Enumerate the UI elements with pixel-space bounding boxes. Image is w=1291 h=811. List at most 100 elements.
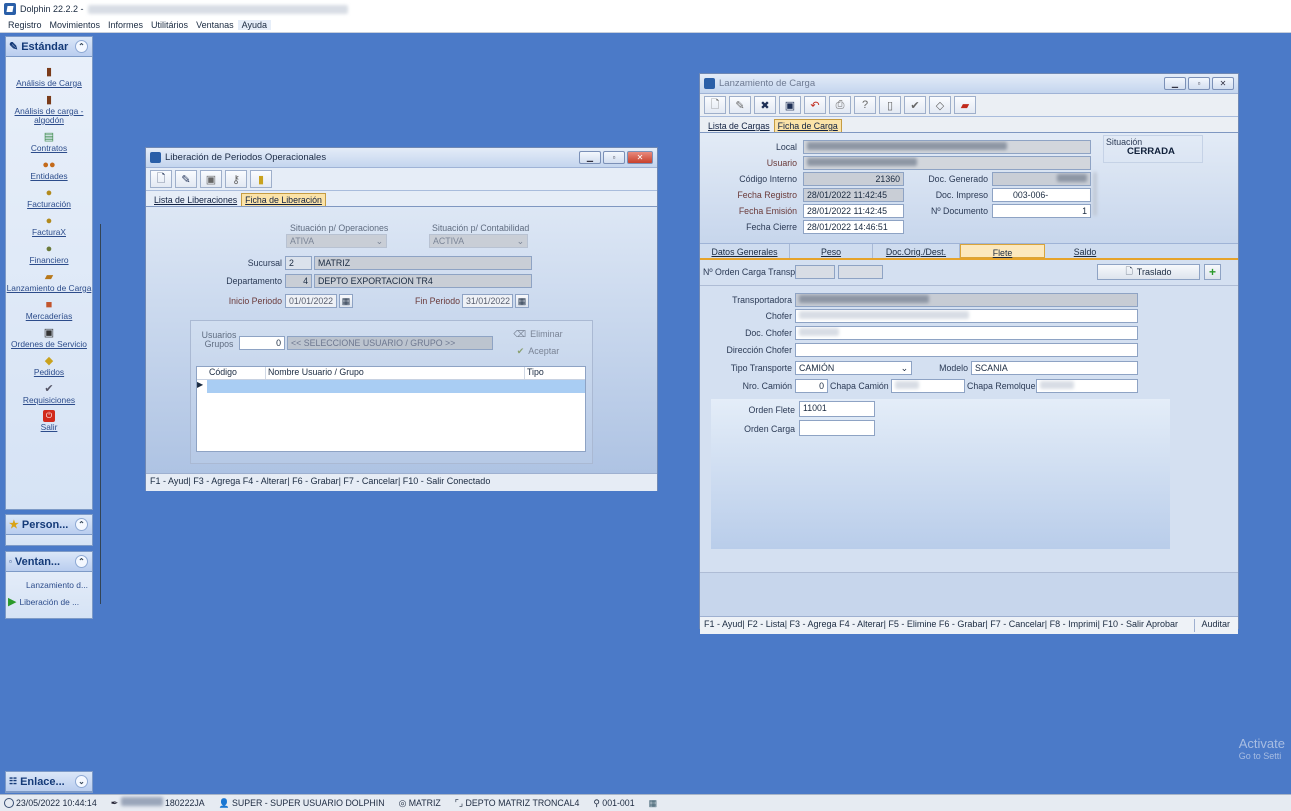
menu-ayuda[interactable]: Ayuda <box>237 20 271 30</box>
subtab-doc-orig[interactable]: Doc.Orig./Dest. <box>873 244 960 258</box>
orden-carga-transp-field[interactable] <box>795 265 835 279</box>
edit-icon[interactable]: ✎ <box>175 170 197 188</box>
print-icon[interactable]: ⎙ <box>829 96 851 114</box>
close-button[interactable]: ✕ <box>1212 77 1234 90</box>
redacted-text <box>799 311 969 319</box>
sidebar-item-ordenes[interactable]: ▣ Ordenes de Servicio <box>6 324 92 352</box>
subtab-datos-generales[interactable]: Datos Generales <box>700 244 790 258</box>
panel-ventanas-header[interactable]: ▫ Ventan... ⌃ <box>6 552 92 572</box>
save-icon[interactable]: ▣ <box>200 170 222 188</box>
sucursal-code[interactable]: 2 <box>285 256 312 270</box>
minimize-button[interactable]: ▁ <box>579 151 601 164</box>
panel-personal-header[interactable]: ★ Person... ⌃ <box>6 515 92 535</box>
truck-icon[interactable]: ▰ <box>954 96 976 114</box>
sit-cont-select[interactable]: ACTIVA ⌄ <box>429 234 528 248</box>
window-lanzamiento-titlebar[interactable]: Lanzamiento de Carga ▁ ▫ ✕ <box>700 74 1238 94</box>
window-item-lanzamiento[interactable]: Lanzamiento d... <box>8 580 92 590</box>
calendar-icon[interactable]: ▦ <box>339 294 353 308</box>
fecha-emision-field[interactable]: 28/01/2022 11:42:45 <box>803 204 904 218</box>
undo-icon[interactable]: ↶ <box>804 96 826 114</box>
key-icon[interactable]: ⚷ <box>225 170 247 188</box>
sidebar-splitter[interactable] <box>100 224 103 604</box>
exit-door-icon[interactable]: ▮ <box>250 170 272 188</box>
collapse-icon[interactable]: ⌃ <box>75 555 88 568</box>
add-icon[interactable]: + <box>1204 264 1221 280</box>
new-icon[interactable]: 🗋 <box>704 96 726 114</box>
sidebar-item-financiero[interactable]: ● Financiero <box>6 240 92 268</box>
approve-icon[interactable]: ✔ <box>904 96 926 114</box>
menu-movimientos[interactable]: Movimientos <box>46 20 105 30</box>
expand-icon[interactable]: ⌄ <box>75 775 88 788</box>
chapa-camion-field[interactable] <box>891 379 965 393</box>
sidebar-item-contratos[interactable]: ▤ Contratos <box>6 128 92 156</box>
eliminar-button[interactable]: ⌫ Eliminar <box>511 327 565 341</box>
tab-ficha-liberacion[interactable]: Ficha de Liberación <box>241 193 326 206</box>
sidebar-item-facturacion[interactable]: ● Facturación <box>6 184 92 212</box>
menu-ventanas[interactable]: Ventanas <box>192 20 238 30</box>
fin-field[interactable]: 31/01/2022 <box>462 294 513 308</box>
inicio-field[interactable]: 01/01/2022 <box>285 294 337 308</box>
subtab-peso[interactable]: Peso <box>790 244 873 258</box>
modelo-field[interactable]: SCANIA <box>971 361 1138 375</box>
sit-oper-select[interactable]: ATIVA ⌄ <box>286 234 387 248</box>
calendar-icon[interactable]: ▦ <box>515 294 529 308</box>
subtab-flete[interactable]: Flete <box>960 244 1045 258</box>
new-icon[interactable]: 🗋 <box>150 170 172 188</box>
col-tipo[interactable]: Tipo <box>525 367 585 379</box>
menu-registro[interactable]: Registro <box>4 20 46 30</box>
sidebar-item-analisis-algodon[interactable]: ▮ Análisis de carga - algodón <box>6 91 92 128</box>
maximize-button[interactable]: ▫ <box>603 151 625 164</box>
sidebar-item-lanzamiento[interactable]: ▰ Lanzamiento de Carga <box>6 268 92 296</box>
chofer-field[interactable] <box>795 309 1138 323</box>
aceptar-button[interactable]: ✔ Aceptar <box>511 344 565 358</box>
usuarios-count[interactable]: 0 <box>239 336 285 350</box>
help-icon[interactable]: ? <box>854 96 876 114</box>
direccion-chofer-field[interactable] <box>795 343 1138 357</box>
maximize-button[interactable]: ▫ <box>1188 77 1210 90</box>
sidebar-item-salir[interactable]: ⏻ Salir <box>6 408 92 435</box>
tab-lista-liberaciones[interactable]: Lista de Liberaciones <box>150 193 241 206</box>
transportadora-field[interactable] <box>795 293 1138 307</box>
edit-icon[interactable]: ✎ <box>729 96 751 114</box>
doc-impreso-field[interactable]: 003-006- <box>992 188 1091 202</box>
calendar-icon[interactable]: ▦ <box>649 798 657 809</box>
panel-estandar-header[interactable]: ✎ Estándar ⌃ <box>6 37 92 57</box>
orden-flete-field[interactable]: 11001 <box>799 401 875 417</box>
n-documento-field[interactable]: 1 <box>992 204 1091 218</box>
sidebar-item-analisis-carga[interactable]: ▮ Análisis de Carga <box>6 63 92 91</box>
minimize-button[interactable]: ▁ <box>1164 77 1186 90</box>
traslado-button[interactable]: 🗋 Traslado <box>1097 264 1200 280</box>
col-nombre[interactable]: Nombre Usuario / Grupo <box>266 367 525 379</box>
subtab-saldo[interactable]: Saldo <box>1045 244 1125 258</box>
menu-informes[interactable]: Informes <box>104 20 147 30</box>
close-button[interactable]: ✕ <box>627 151 653 164</box>
sidebar-item-mercaderias[interactable]: ■ Mercaderías <box>6 296 92 324</box>
auditar-button[interactable]: Auditar <box>1194 619 1234 632</box>
collapse-icon[interactable]: ⌃ <box>75 518 88 531</box>
sidebar-item-entidades[interactable]: ●● Entidades <box>6 156 92 184</box>
doc-chofer-field[interactable] <box>795 326 1138 340</box>
window-liberacion-titlebar[interactable]: Liberación de Periodos Operacionales ▁ ▫… <box>146 148 657 168</box>
orden-carga-transp-field-2[interactable] <box>838 265 883 279</box>
tag-icon[interactable]: ◇ <box>929 96 951 114</box>
save-icon[interactable]: ▣ <box>779 96 801 114</box>
delete-icon[interactable]: ✖ <box>754 96 776 114</box>
sidebar-item-facturax[interactable]: ● FacturaX <box>6 212 92 240</box>
grid-row[interactable]: ▶ <box>197 380 585 393</box>
tab-ficha-carga[interactable]: Ficha de Carga <box>773 119 842 132</box>
grid-row-selected[interactable] <box>207 380 585 393</box>
book-icon[interactable]: ▯ <box>879 96 901 114</box>
nro-camion-field[interactable]: 0 <box>795 379 828 393</box>
panel-enlaces-header[interactable]: ☷ Enlace... ⌄ <box>6 772 92 792</box>
menu-utilitarios[interactable]: Utilitários <box>147 20 192 30</box>
sidebar-item-requisiciones[interactable]: ✔ Requisiciones <box>6 380 92 408</box>
col-codigo[interactable]: Código <box>207 367 266 379</box>
orden-carga-field[interactable] <box>799 420 875 436</box>
window-item-liberacion[interactable]: ▶ Liberación de ... <box>8 595 92 608</box>
tab-lista-cargas[interactable]: Lista de Cargas <box>704 119 774 132</box>
usuarios-selector[interactable]: << SELECCIONE USUARIO / GRUPO >> <box>287 336 493 350</box>
sidebar-item-pedidos[interactable]: ◆ Pedidos <box>6 352 92 380</box>
tipo-transporte-select[interactable]: CAMIÓN ⌄ <box>795 361 912 375</box>
chapa-remolque-field[interactable] <box>1036 379 1138 393</box>
collapse-icon[interactable]: ⌃ <box>75 40 88 53</box>
